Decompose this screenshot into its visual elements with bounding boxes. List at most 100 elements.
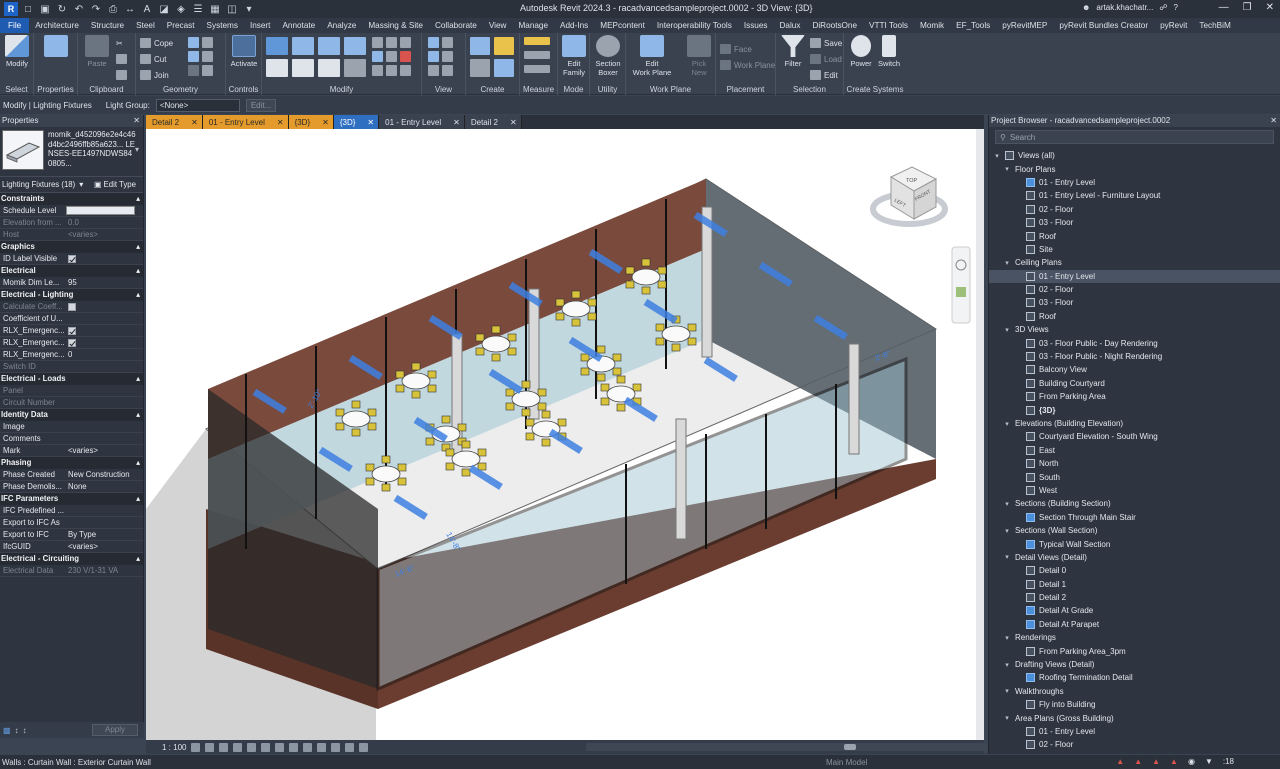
property-section-header[interactable]: Electrical - Circuiting xyxy=(0,553,143,565)
property-value[interactable]: <varies> xyxy=(66,541,143,552)
close-tab-icon[interactable]: ✕ xyxy=(322,118,329,127)
demolish-icon[interactable] xyxy=(188,65,199,76)
browser-view-item[interactable]: 01 - Entry Level xyxy=(989,269,1280,283)
visual-style-icon[interactable] xyxy=(205,742,215,752)
type-selector[interactable]: momik_d452096e2e4c46d4bc2496ffb85a623...… xyxy=(0,127,143,177)
open-icon[interactable]: □ xyxy=(21,2,35,16)
browser-view-item[interactable]: Roofing Termination Detail xyxy=(989,671,1280,684)
property-checkbox[interactable] xyxy=(68,327,76,335)
property-value[interactable]: 230 V/1-31 VA xyxy=(66,565,143,576)
filter-status-icon[interactable]: ▼ xyxy=(1205,757,1213,766)
spot-elevation-icon[interactable] xyxy=(524,65,550,73)
select-pinned-icon[interactable]: ▲ xyxy=(1152,757,1160,766)
property-value[interactable] xyxy=(66,253,143,264)
tab-structure[interactable]: Structure xyxy=(85,18,130,33)
property-value[interactable]: By Type xyxy=(66,529,143,540)
unpin-icon[interactable] xyxy=(386,51,397,62)
pin-icon[interactable] xyxy=(372,51,383,62)
browser-view-item[interactable]: 03 - Floor Public - Night Rendering xyxy=(989,350,1280,363)
browser-view-item[interactable]: Detail At Parapet xyxy=(989,618,1280,631)
instance-filter[interactable]: Lighting Fixtures (18) xyxy=(2,180,75,189)
temp-hide-icon[interactable] xyxy=(442,65,453,76)
apply-button[interactable]: Apply xyxy=(91,724,138,736)
join-button[interactable]: Join xyxy=(140,69,169,81)
property-value[interactable] xyxy=(66,505,143,516)
edit-selection-button[interactable]: Edit xyxy=(810,69,838,81)
revit-logo-icon[interactable]: R xyxy=(4,2,18,16)
tab-analyze[interactable]: Analyze xyxy=(321,18,362,33)
filter-button[interactable]: Filter xyxy=(776,35,810,68)
close-properties-icon[interactable]: ✕ xyxy=(133,115,140,127)
browser-category[interactable]: ▾ Sections (Wall Section) xyxy=(989,524,1280,537)
browser-view-item[interactable]: Fly into Building xyxy=(989,698,1280,711)
undo-icon[interactable]: ↶ xyxy=(72,2,86,16)
minimize-icon[interactable]: — xyxy=(1219,2,1229,13)
work-plane-placement-button[interactable]: Work Plane xyxy=(720,59,775,71)
view-tab[interactable]: Detail 2 ✕ xyxy=(146,115,203,129)
tab-file[interactable]: File xyxy=(0,18,30,33)
expand-icon[interactable]: ↕ xyxy=(15,726,19,735)
expand-toggle-icon[interactable]: ▾ xyxy=(1003,661,1011,669)
render-icon[interactable] xyxy=(247,742,257,752)
scroll-thumb[interactable] xyxy=(844,744,856,750)
tab-steel[interactable]: Steel xyxy=(130,18,161,33)
save-icon[interactable]: ▣ xyxy=(38,2,52,16)
tab-architecture[interactable]: Architecture xyxy=(29,18,85,33)
property-value[interactable] xyxy=(66,433,143,444)
property-value[interactable] xyxy=(66,313,143,324)
collapse-icon[interactable]: ↕ xyxy=(23,726,27,735)
close-tab-icon[interactable]: ✕ xyxy=(453,118,460,127)
measure-icon[interactable]: ↔ xyxy=(123,2,137,16)
browser-view-item[interactable]: Roof xyxy=(989,229,1280,242)
property-section-header[interactable]: Electrical - Loads xyxy=(0,373,143,385)
show-crop-icon[interactable] xyxy=(275,742,285,752)
create-parts-icon[interactable] xyxy=(494,37,514,55)
view-tab[interactable]: 01 - Entry Level ✕ xyxy=(379,115,465,129)
array-icon[interactable] xyxy=(386,37,397,48)
property-section-header[interactable]: Electrical - Lighting xyxy=(0,289,143,301)
paint-icon[interactable] xyxy=(188,51,199,62)
browser-view-item[interactable]: Detail 2 xyxy=(989,591,1280,604)
restore-icon[interactable]: ❐ xyxy=(1243,2,1252,13)
expand-toggle-icon[interactable]: ▾ xyxy=(1003,165,1011,173)
view-tab[interactable]: {3D} ✕ xyxy=(333,115,380,129)
tab-annotate[interactable]: Annotate xyxy=(276,18,321,33)
property-value[interactable] xyxy=(66,517,143,528)
hide-element-icon[interactable] xyxy=(428,37,439,48)
property-value[interactable] xyxy=(66,301,143,312)
sync-icon[interactable]: ↻ xyxy=(55,2,69,16)
analytical-model-icon[interactable] xyxy=(345,742,355,752)
create-group-icon[interactable] xyxy=(470,59,490,77)
property-checkbox[interactable] xyxy=(68,255,76,263)
property-value[interactable]: <varies> xyxy=(66,229,143,240)
tab-manage[interactable]: Manage xyxy=(512,18,554,33)
tab-dalux[interactable]: Dalux xyxy=(774,18,807,33)
tab-pyrevit[interactable]: pyRevit xyxy=(1154,18,1193,33)
split-icon[interactable] xyxy=(372,37,383,48)
property-section-header[interactable]: IFC Parameters xyxy=(0,493,143,505)
navigation-bar[interactable] xyxy=(951,246,971,324)
user-name[interactable]: artak.khachatr... xyxy=(1096,3,1153,12)
tab-systems[interactable]: Systems xyxy=(201,18,244,33)
section-icon[interactable]: ◈ xyxy=(174,2,188,16)
browser-view-item[interactable]: Section Through Main Stair xyxy=(989,511,1280,524)
crop-view-icon[interactable] xyxy=(261,742,271,752)
close-tab-icon[interactable]: ✕ xyxy=(277,118,284,127)
browser-category[interactable]: ▾ Floor Plans xyxy=(989,162,1280,175)
browser-view-item[interactable]: South xyxy=(989,470,1280,483)
browser-view-item[interactable]: {3D} xyxy=(989,403,1280,416)
scale-icon[interactable] xyxy=(400,37,411,48)
sun-path-icon[interactable] xyxy=(219,742,229,752)
measure-distance-icon[interactable] xyxy=(524,37,550,45)
browser-category[interactable]: ▾ Views (all) xyxy=(989,149,1280,162)
tab-add-ins[interactable]: Add-Ins xyxy=(554,18,594,33)
browser-view-item[interactable]: Courtyard Elevation - South Wing xyxy=(989,430,1280,443)
select-links-icon[interactable]: ▲ xyxy=(1116,757,1124,766)
align-icon[interactable] xyxy=(266,37,288,55)
trim-icon[interactable] xyxy=(344,59,366,77)
tab-ef-tools[interactable]: EF_Tools xyxy=(950,18,996,33)
browser-view-item[interactable]: Roof xyxy=(989,310,1280,323)
split-face-icon[interactable] xyxy=(202,37,213,48)
match-type-button[interactable] xyxy=(116,69,127,81)
shadows-icon[interactable] xyxy=(233,742,243,752)
